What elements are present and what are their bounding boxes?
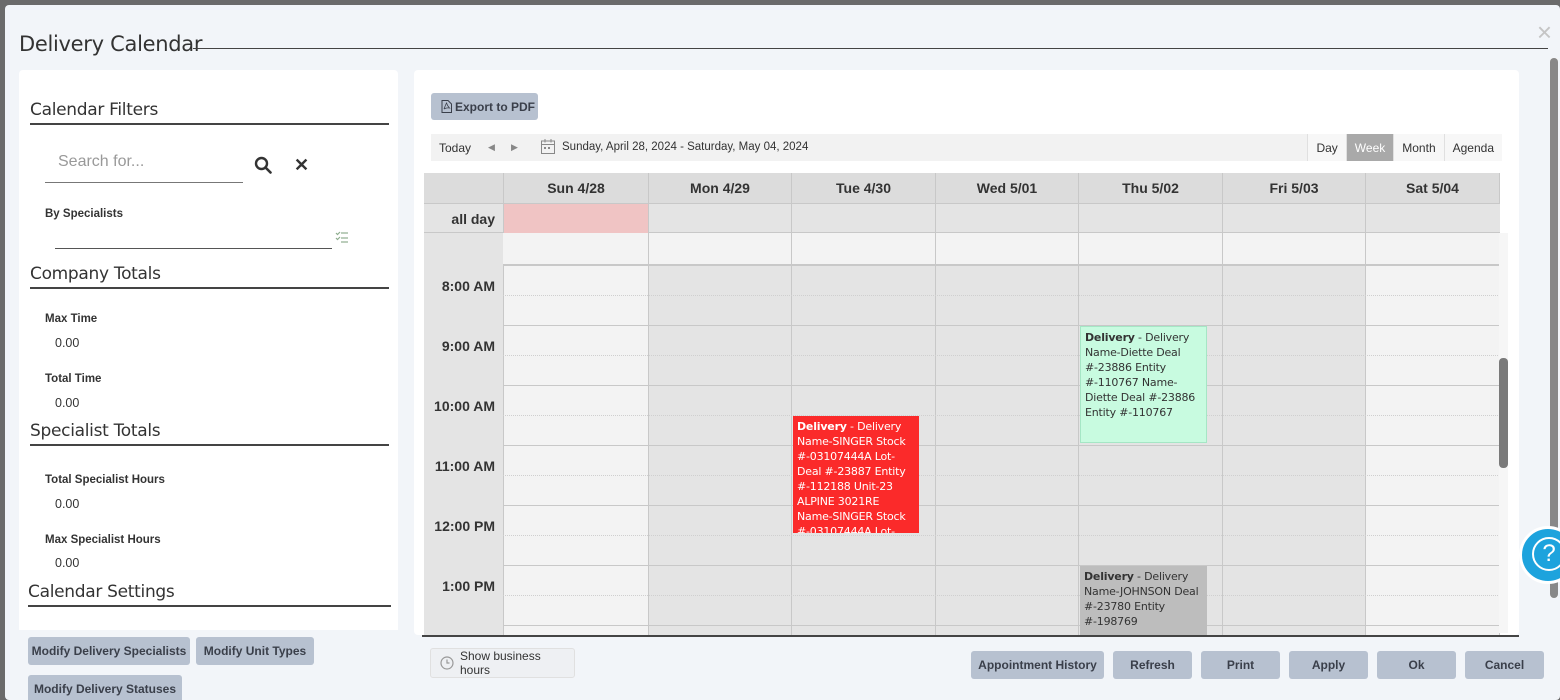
view-agenda-button[interactable]: Agenda	[1443, 134, 1502, 161]
max-time-label: Max Time	[45, 313, 98, 325]
show-business-hours-label: Show business hours	[459, 649, 541, 677]
ok-button[interactable]: Ok	[1377, 651, 1456, 679]
delivery-event-thu-afternoon[interactable]: Delivery - Delivery Name-JOHNSON Deal #-…	[1080, 566, 1207, 635]
by-specialists-label: By Specialists	[45, 208, 123, 220]
day-header-sun[interactable]: Sun 4/28	[503, 173, 648, 203]
calendar-filters-title: Calendar Filters	[30, 100, 389, 125]
calendar-toolbar: Today ◀ ▶ Sunday, April 28, 2024 - Satur…	[431, 134, 1502, 161]
day-header-row: Sun 4/28 Mon 4/29 Tue 4/30 Wed 5/01 Thu …	[424, 173, 1500, 203]
time-label-12pm: 12:00 PM	[434, 518, 495, 534]
title-divider	[193, 48, 1548, 49]
dialog-scrollbar[interactable]	[1550, 58, 1558, 598]
date-range-label: Sunday, April 28, 2024 - Saturday, May 0…	[562, 141, 809, 153]
all-day-cell-wed[interactable]	[935, 204, 1078, 233]
checklist-icon[interactable]	[335, 230, 349, 244]
all-day-label: all day	[451, 211, 495, 227]
total-specialist-hours-label: Total Specialist Hours	[45, 474, 165, 486]
company-totals-title: Company Totals	[30, 264, 389, 289]
all-day-cell-sun[interactable]	[503, 204, 648, 233]
day-column-mon[interactable]	[648, 233, 791, 635]
calendar-icon[interactable]	[541, 139, 555, 154]
calendar-vertical-scrollbar[interactable]	[1499, 233, 1508, 633]
help-icon: ?	[1532, 537, 1560, 571]
cancel-button[interactable]: Cancel	[1465, 651, 1544, 679]
all-day-row: all day	[424, 203, 1500, 233]
view-month-button[interactable]: Month	[1393, 134, 1444, 161]
max-time-value: 0.00	[55, 336, 80, 350]
day-column-fri[interactable]	[1222, 233, 1365, 635]
day-header-tue[interactable]: Tue 4/30	[791, 173, 935, 203]
clear-search-icon[interactable]: ✕	[294, 155, 309, 176]
view-week-button[interactable]: Week	[1345, 134, 1394, 161]
search-input[interactable]	[45, 145, 243, 179]
search-icon[interactable]	[254, 156, 272, 174]
specialists-select[interactable]	[55, 248, 332, 249]
time-grid: 8:00 AM 9:00 AM 10:00 AM 11:00 AM 12:00 …	[424, 233, 1500, 635]
modify-unit-types-button[interactable]: Modify Unit Types	[196, 637, 314, 665]
all-day-cell-thu[interactable]	[1078, 204, 1222, 233]
day-column-wed[interactable]	[935, 233, 1078, 635]
view-day-button[interactable]: Day	[1307, 134, 1346, 161]
event-title: Delivery	[1085, 331, 1135, 344]
all-day-cell-tue[interactable]	[791, 204, 935, 233]
export-pdf-button[interactable]: Export to PDF	[431, 93, 538, 120]
event-title: Delivery	[1084, 570, 1134, 583]
print-button[interactable]: Print	[1201, 651, 1280, 679]
event-details: - Delivery Name-Diette Deal #-23886 Enti…	[1085, 331, 1196, 419]
next-week-icon[interactable]: ▶	[511, 142, 518, 153]
max-specialist-hours-value: 0.00	[55, 556, 80, 570]
max-specialist-hours-label: Max Specialist Hours	[45, 534, 161, 546]
week-grid: Sun 4/28 Mon 4/29 Tue 4/30 Wed 5/01 Thu …	[424, 173, 1500, 635]
specialist-totals-title: Specialist Totals	[30, 421, 389, 446]
delivery-event-tue[interactable]: Delivery - Delivery Name-SINGER Stock #-…	[793, 416, 919, 533]
total-specialist-hours-value: 0.00	[55, 497, 80, 511]
delivery-event-thu-morning[interactable]: Delivery - Delivery Name-Diette Deal #-2…	[1080, 326, 1207, 443]
day-column-sun[interactable]	[503, 233, 648, 635]
modify-delivery-specialists-button[interactable]: Modify Delivery Specialists	[28, 637, 190, 665]
event-details: - Delivery Name-SINGER Stock #-03107444A…	[797, 420, 906, 533]
time-label-11am: 11:00 AM	[434, 458, 495, 474]
search-field-wrapper	[45, 145, 243, 183]
time-label-10am: 10:00 AM	[434, 398, 495, 414]
all-day-cell-fri[interactable]	[1222, 204, 1365, 233]
view-switcher: Day Week Month Agenda	[1307, 134, 1502, 161]
time-axis: 8:00 AM 9:00 AM 10:00 AM 11:00 AM 12:00 …	[424, 233, 503, 635]
clock-icon	[440, 656, 454, 670]
pdf-icon	[441, 100, 452, 113]
refresh-button[interactable]: Refresh	[1113, 651, 1192, 679]
export-pdf-label: Export to PDF	[455, 99, 535, 114]
calendar-panel: Export to PDF Today ◀ ▶ Sunday, April 28…	[414, 70, 1519, 635]
dialog-title: Delivery Calendar	[19, 32, 203, 56]
settings-panel: Calendar Settings Modify Delivery Specia…	[19, 570, 398, 700]
event-title: Delivery	[797, 420, 847, 433]
early-slot-row	[503, 233, 1500, 265]
all-day-cell-mon[interactable]	[648, 204, 791, 233]
calendar-settings-title: Calendar Settings	[28, 582, 391, 607]
close-icon[interactable]: ×	[1537, 19, 1552, 45]
calendar-bottom-divider	[422, 635, 1519, 637]
prev-week-icon[interactable]: ◀	[488, 142, 495, 153]
time-label-9am: 9:00 AM	[441, 338, 495, 354]
day-header-sat[interactable]: Sat 5/04	[1365, 173, 1500, 203]
delivery-calendar-dialog: Delivery Calendar × Calendar Filters ✕ B…	[5, 5, 1560, 700]
total-time-value: 0.00	[55, 396, 80, 410]
today-button[interactable]: Today	[439, 141, 471, 155]
appointment-history-button[interactable]: Appointment History	[971, 651, 1104, 679]
time-label-8am: 8:00 AM	[441, 278, 495, 294]
day-column-sat[interactable]	[1365, 233, 1500, 635]
modify-delivery-statuses-button[interactable]: Modify Delivery Statuses	[28, 675, 182, 700]
day-header-wed[interactable]: Wed 5/01	[935, 173, 1078, 203]
total-time-label: Total Time	[45, 373, 102, 385]
day-header-fri[interactable]: Fri 5/03	[1222, 173, 1365, 203]
all-day-cell-sat[interactable]	[1365, 204, 1500, 233]
show-business-hours-button[interactable]: Show business hours	[430, 648, 575, 678]
day-header-mon[interactable]: Mon 4/29	[648, 173, 791, 203]
time-label-1pm: 1:00 PM	[442, 578, 495, 594]
day-header-thu[interactable]: Thu 5/02	[1078, 173, 1222, 203]
apply-button[interactable]: Apply	[1289, 651, 1368, 679]
